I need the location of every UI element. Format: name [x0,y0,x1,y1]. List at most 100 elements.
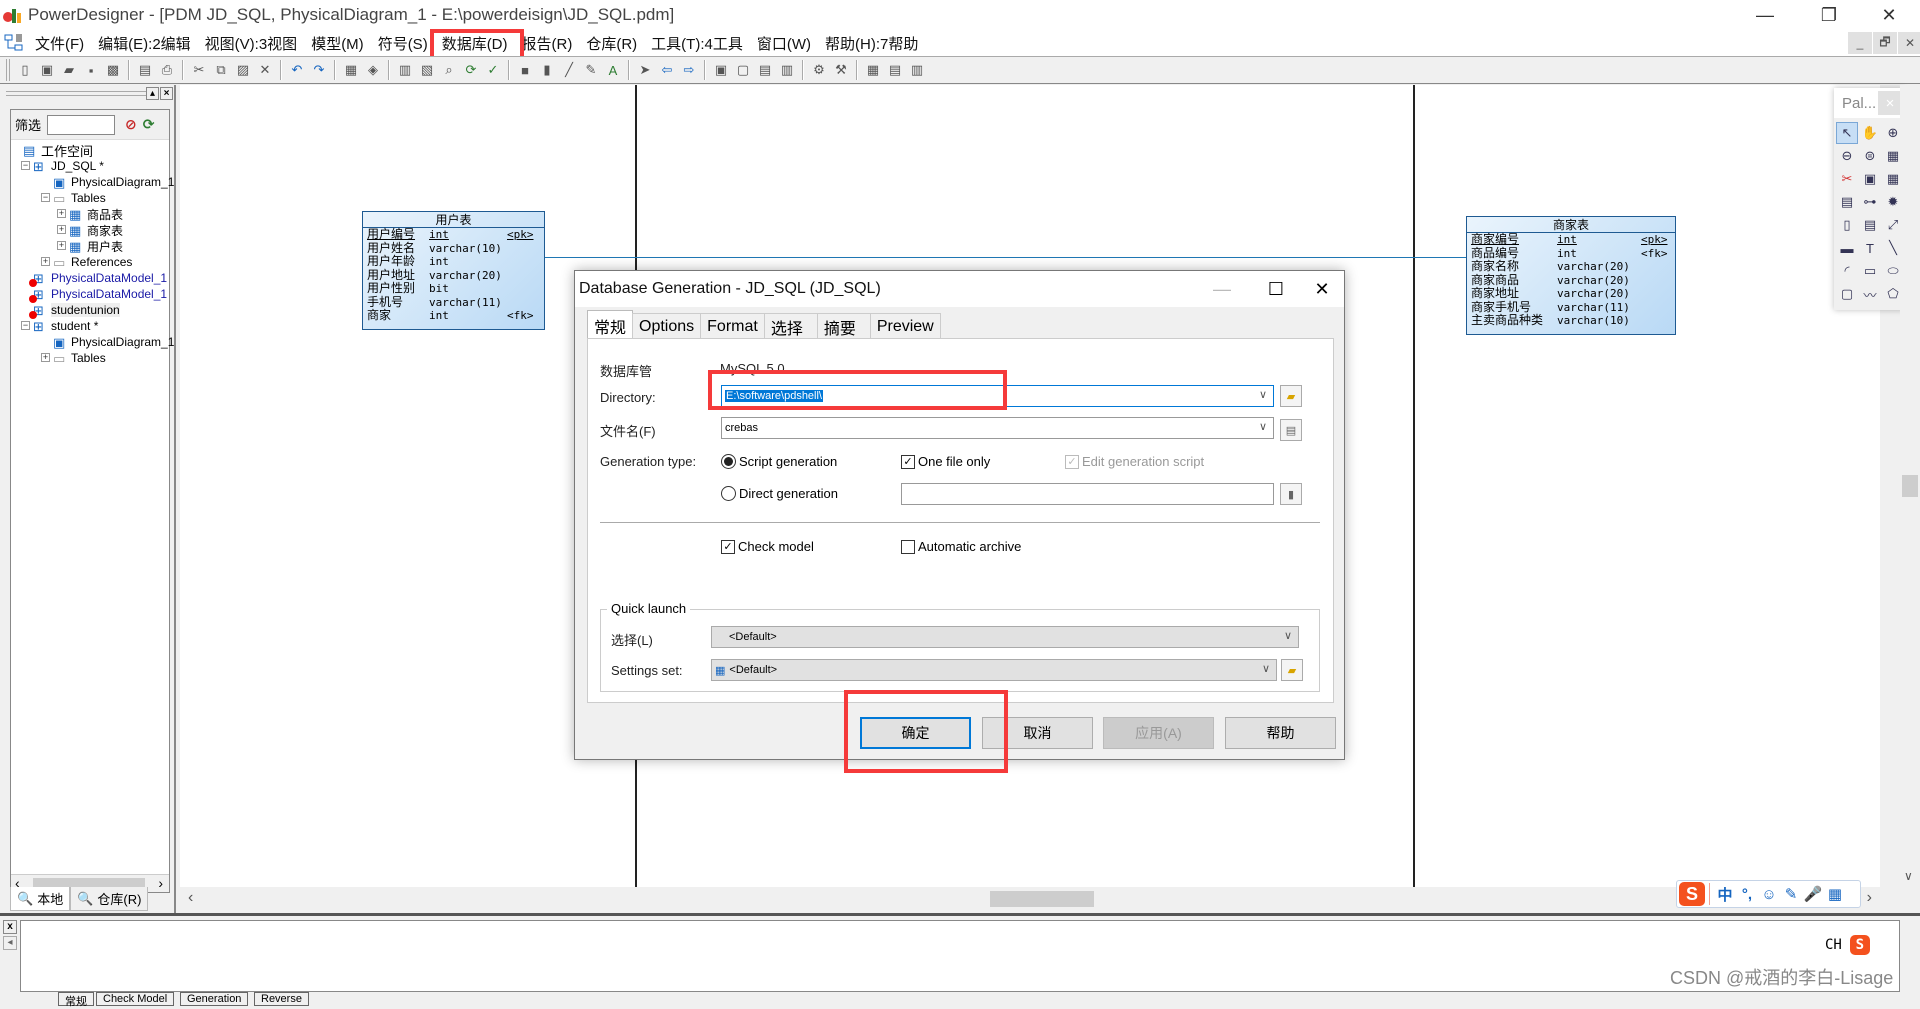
settings-set-combobox[interactable]: ▦ <Default> ∨ [711,659,1277,681]
menu-file[interactable]: 文件(F) [28,33,91,54]
mdi-close-button[interactable]: ✕ [1898,32,1920,54]
browser-grip[interactable] [6,91,146,96]
chinese-mode-icon[interactable]: 中 [1714,884,1736,905]
new-project-icon[interactable]: ▣ [37,60,57,80]
chevron-down-icon[interactable]: ∨ [1284,629,1292,642]
tree-item[interactable]: + ▭ Tables [41,350,106,366]
browser-close-button[interactable]: × [160,87,173,100]
directory-combobox[interactable]: E:\software\pdshell\ ∨ [721,385,1274,407]
scroll-down-icon[interactable]: ∨ [1904,869,1913,883]
paste-icon[interactable]: ▨ [233,60,253,80]
language-indicator[interactable]: CH S [1825,935,1874,955]
reverse-icon[interactable]: ⚒ [831,60,851,80]
brush-icon[interactable]: ✎ [581,60,601,80]
cancel-button[interactable]: 取消 [982,717,1093,749]
output-tab-generation[interactable]: Generation [180,992,249,1006]
tree-item[interactable]: − ⊞ student * [21,318,98,334]
entity-column[interactable]: 商家手机号 varchar(11) [1467,300,1675,315]
print-preview-icon[interactable]: ▤ [135,60,155,80]
tree-item[interactable]: + ▭ References [41,254,132,270]
menu-database[interactable]: 数据库(D) [435,33,515,54]
tree-item[interactable]: ⊞ PhysicalDataModel_1 [29,286,167,303]
cut-icon[interactable]: ✂ [189,60,209,80]
tree-item[interactable]: + ▦ 用户表 [57,238,123,254]
browser-toggle-icon[interactable]: ▦ [863,60,883,80]
menu-tools[interactable]: 工具(T):4工具 [644,33,750,54]
find-icon[interactable]: ⌕ [439,60,459,80]
scroll-left-icon[interactable]: ‹ [188,889,193,907]
pointer-icon[interactable]: ↖ [1836,122,1858,144]
help-icon[interactable]: ◈ [363,60,383,80]
generate-icon[interactable]: ⚙ [809,60,829,80]
tree-item[interactable]: − ▭ Tables [41,190,106,206]
check-model-checkbox[interactable]: ✓ Check model [721,539,814,554]
tab-local[interactable]: 🔍 本地 [10,887,71,911]
output-tab-general[interactable]: 常规 [58,992,94,1008]
tab-summary[interactable]: 摘要 [816,313,871,339]
close-button[interactable]: ✕ [1866,0,1912,30]
entity-column[interactable]: 商家地址 varchar(20) [1467,286,1675,301]
voice-icon[interactable]: 🎤 [1802,885,1824,903]
chevron-down-icon[interactable]: ∨ [1262,662,1270,675]
entity-column[interactable]: 商家编号 int <pk> [1467,232,1675,247]
menu-model[interactable]: 模型(M) [304,33,371,54]
output-tab-check-model[interactable]: Check Model [96,992,175,1006]
undo-icon[interactable]: ↶ [287,60,307,80]
entity-column[interactable]: 商家商品 varchar(20) [1467,273,1675,288]
mdi-restore-button[interactable]: 🗗 [1873,32,1897,54]
entity-column[interactable]: 用户性别 bit [363,281,544,296]
menu-help[interactable]: 帮助(H):7帮助 [818,33,925,54]
collapse-icon[interactable]: − [41,193,50,202]
title-icon[interactable]: ▬ [1836,237,1858,259]
output-close-button[interactable]: x [3,920,17,934]
repository-icon[interactable]: ▧ [417,60,437,80]
new-model-icon[interactable]: ▥ [395,60,415,80]
canvas-vscrollbar[interactable]: ∨ [1900,85,1920,887]
one-file-only-checkbox[interactable]: ✓ One file only [901,454,990,469]
selection-combobox[interactable]: <Default> ∨ [711,626,1299,648]
redo-icon[interactable]: ↷ [309,60,329,80]
save-icon[interactable]: ▪ [81,60,101,80]
diagram4-icon[interactable]: ▥ [777,60,797,80]
save-all-icon[interactable]: ▩ [103,60,123,80]
update-icon[interactable]: ⟳ [461,60,481,80]
entity-column[interactable]: 用户姓名 varchar(10) [363,241,544,256]
vscroll-thumb[interactable] [1902,475,1918,497]
result-toggle-icon[interactable]: ▥ [907,60,927,80]
rectangle-icon[interactable]: ▭ [1859,260,1881,282]
output-text-area[interactable] [20,920,1900,992]
scroll-right-icon[interactable]: › [158,875,163,891]
diagram3-icon[interactable]: ▤ [755,60,775,80]
menu-symbol[interactable]: 符号(S) [371,33,435,54]
new-icon[interactable]: ▯ [15,60,35,80]
punctuation-icon[interactable]: °, [1736,886,1758,903]
tab-format[interactable]: Format [700,313,765,339]
cut-icon[interactable]: ✂ [1836,168,1858,190]
font-icon[interactable]: A [603,60,623,80]
back-icon[interactable]: ⇦ [657,60,677,80]
text-icon[interactable]: T [1859,237,1881,259]
zoom-out-icon[interactable]: ⊖ [1836,145,1858,167]
entity-column[interactable]: 商家名称 varchar(20) [1467,259,1675,274]
dialog-titlebar[interactable]: Database Generation - JD_SQL (JD_SQL) — … [575,271,1344,307]
entity-user-table[interactable]: 用户表 用户编号 int <pk> 用户姓名 varchar(10) 用户年龄 int 用户地址… [362,211,545,330]
mdi-minimize-button[interactable]: _ [1848,32,1872,54]
arrow-icon[interactable]: ➤ [635,60,655,80]
dialog-close-button[interactable]: ✕ [1299,271,1345,307]
filter-input[interactable] [47,114,116,135]
pen-icon[interactable]: ╱ [559,60,579,80]
polyline-icon[interactable]: 〰 [1859,283,1881,305]
diagram2-icon[interactable]: ▢ [733,60,753,80]
check-model-icon[interactable]: ✓ [483,60,503,80]
sogou-tray-icon[interactable]: S [1849,935,1870,955]
expand-icon[interactable]: + [57,241,66,250]
minimize-button[interactable]: — [1742,0,1788,30]
reference-icon[interactable]: ⊶ [1859,191,1881,213]
expand-icon[interactable]: + [41,353,50,362]
properties-icon[interactable]: ▦ [341,60,361,80]
entity-column[interactable]: 主卖商品种类 varchar(10) [1467,313,1675,328]
tree-item[interactable]: ⊞ PhysicalDataModel_1 [29,270,167,287]
tab-general[interactable]: 常规 [587,310,634,340]
entity-column[interactable]: 商品编号 int <fk> [1467,246,1675,261]
expand-icon[interactable]: + [41,257,50,266]
